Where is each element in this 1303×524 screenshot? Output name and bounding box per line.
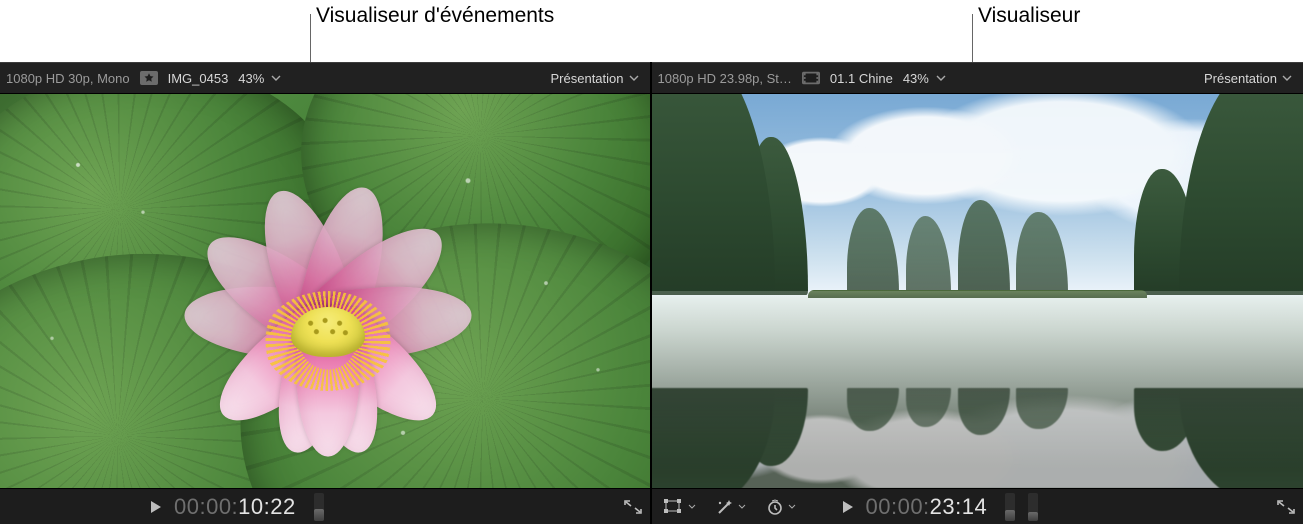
viewer-bottombar: 00:00:23:14 (652, 488, 1303, 524)
zoom-value: 43% (903, 71, 929, 86)
transform-tool-menu[interactable] (660, 495, 702, 519)
chevron-down-icon (736, 501, 748, 513)
clip-name-label: IMG_0453 (168, 71, 229, 86)
play-button[interactable] (148, 499, 164, 515)
lotus-preview-image (0, 94, 650, 488)
event-viewer-viewport[interactable] (0, 94, 650, 488)
timecode-frames: 10:22 (238, 494, 296, 519)
zoom-value: 43% (238, 71, 264, 86)
view-menu-label: Présentation (551, 71, 624, 86)
callout-line-right (972, 14, 973, 62)
project-clip-icon (802, 71, 820, 85)
event-viewer-bottombar: 00:00:10:22 (0, 488, 650, 524)
timecode-display[interactable]: 00:00:23:14 (866, 494, 988, 520)
timecode-display[interactable]: 00:00:10:22 (174, 494, 296, 520)
timecode-hours: 00:00: (174, 494, 238, 519)
landscape-preview-image (652, 94, 1303, 488)
audio-meter (314, 493, 324, 521)
view-menu[interactable]: Présentation (1204, 71, 1297, 86)
audio-meter-right (1028, 493, 1038, 521)
chevron-down-icon (270, 72, 282, 84)
callout-region: Visualiseur d'événements Visualiseur (0, 0, 1303, 62)
fullscreen-button[interactable] (624, 500, 642, 514)
clip-name-label: 01.1 Chine (830, 71, 893, 86)
view-menu-label: Présentation (1204, 71, 1277, 86)
chevron-down-icon (935, 72, 947, 84)
viewer-viewport[interactable] (652, 94, 1303, 488)
fullscreen-button[interactable] (1277, 500, 1295, 514)
viewer-pane: 1080p HD 23.98p, St… 01.1 Chine 43% Prés… (652, 62, 1303, 524)
callout-viewer: Visualiseur (978, 4, 1080, 28)
chevron-down-icon (686, 501, 698, 513)
enhance-tool-menu[interactable] (712, 494, 752, 520)
clip-format-label: 1080p HD 23.98p, St… (658, 71, 792, 86)
callout-line-left (310, 14, 311, 62)
chevron-down-icon (628, 72, 640, 84)
zoom-dropdown[interactable]: 43% (238, 71, 282, 86)
chevron-down-icon (1281, 72, 1293, 84)
viewer-toolbar: 1080p HD 23.98p, St… 01.1 Chine 43% Prés… (652, 62, 1303, 94)
clip-format-label: 1080p HD 30p, Mono (6, 71, 130, 86)
favorite-clip-icon (140, 71, 158, 85)
callout-event-viewer: Visualiseur d'événements (316, 4, 554, 28)
dual-viewer-app: 1080p HD 30p, Mono IMG_0453 43% Présenta… (0, 62, 1303, 524)
view-menu[interactable]: Présentation (551, 71, 644, 86)
event-viewer-pane: 1080p HD 30p, Mono IMG_0453 43% Présenta… (0, 62, 652, 524)
timecode-frames: 23:14 (930, 494, 988, 519)
play-button[interactable] (840, 499, 856, 515)
timecode-hours: 00:00: (866, 494, 930, 519)
event-viewer-toolbar: 1080p HD 30p, Mono IMG_0453 43% Présenta… (0, 62, 650, 94)
zoom-dropdown[interactable]: 43% (903, 71, 947, 86)
chevron-down-icon (786, 501, 798, 513)
retime-tool-menu[interactable] (762, 494, 802, 520)
audio-meter-left (1005, 493, 1015, 521)
